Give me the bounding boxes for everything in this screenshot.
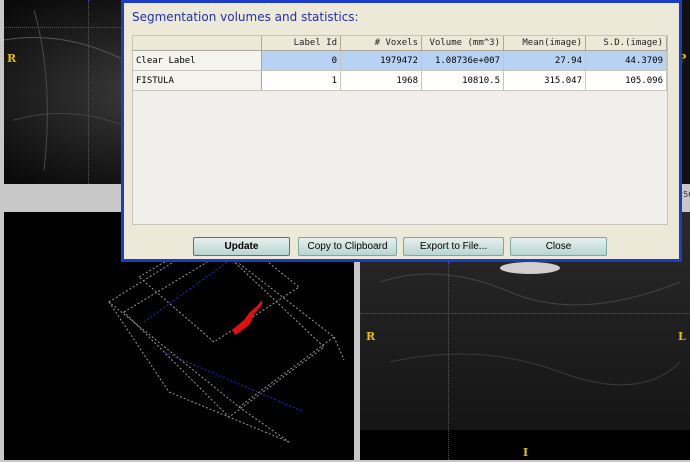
crosshair-horizontal <box>360 313 690 314</box>
column-header-mean[interactable]: Mean(image) <box>503 36 586 51</box>
row-label-name: FISTULA <box>133 70 262 91</box>
table-header-row: Label Id # Voxels Volume (mm^3) Mean(ima… <box>133 36 667 51</box>
close-button[interactable]: Close <box>510 237 607 256</box>
column-header-voxels[interactable]: # Voxels <box>340 36 422 51</box>
cell-sd: 44.3709 <box>585 50 667 71</box>
export-to-file-button[interactable]: Export to File... <box>403 237 504 256</box>
dialog-title: Segmentation volumes and statistics: <box>132 10 359 24</box>
cell-mean: 27.94 <box>503 50 586 71</box>
table-row[interactable]: Clear Label 0 1979472 1.08736e+007 27.94… <box>133 50 667 71</box>
table-row[interactable]: FISTULA 1 1968 10810.5 315.047 105.096 <box>133 70 667 91</box>
cell-volume: 1.08736e+007 <box>421 50 504 71</box>
column-header-volume[interactable]: Volume (mm^3) <box>421 36 504 51</box>
cell-volume: 10810.5 <box>421 70 504 91</box>
cell-voxels: 1968 <box>340 70 422 91</box>
cell-label-id: 0 <box>261 50 341 71</box>
row-label-name: Clear Label <box>133 50 262 71</box>
fistula-segmentation <box>232 300 262 335</box>
orientation-label-inferior: I <box>523 446 529 459</box>
orientation-label-left: L <box>678 330 686 343</box>
update-button[interactable]: Update <box>193 237 290 256</box>
segmentation-stats-dialog[interactable]: Segmentation volumes and statistics: Lab… <box>121 0 682 262</box>
cell-mean: 315.047 <box>503 70 586 91</box>
cell-voxels: 1979472 <box>340 50 422 71</box>
cell-label-id: 1 <box>261 70 341 91</box>
stats-table[interactable]: Label Id # Voxels Volume (mm^3) Mean(ima… <box>133 36 667 91</box>
orientation-label-right: R <box>366 330 376 343</box>
column-header-name <box>133 36 262 51</box>
crosshair-vertical <box>448 262 449 460</box>
dialog-body: Segmentation volumes and statistics: Lab… <box>124 3 679 259</box>
stats-table-container[interactable]: Label Id # Voxels Volume (mm^3) Mean(ima… <box>132 35 668 225</box>
column-header-label-id[interactable]: Label Id <box>261 36 341 51</box>
orientation-label-right: R <box>7 52 17 65</box>
column-header-sd[interactable]: S.D.(image) <box>585 36 667 51</box>
cell-sd: 105.096 <box>585 70 667 91</box>
copy-to-clipboard-button[interactable]: Copy to Clipboard <box>298 237 397 256</box>
